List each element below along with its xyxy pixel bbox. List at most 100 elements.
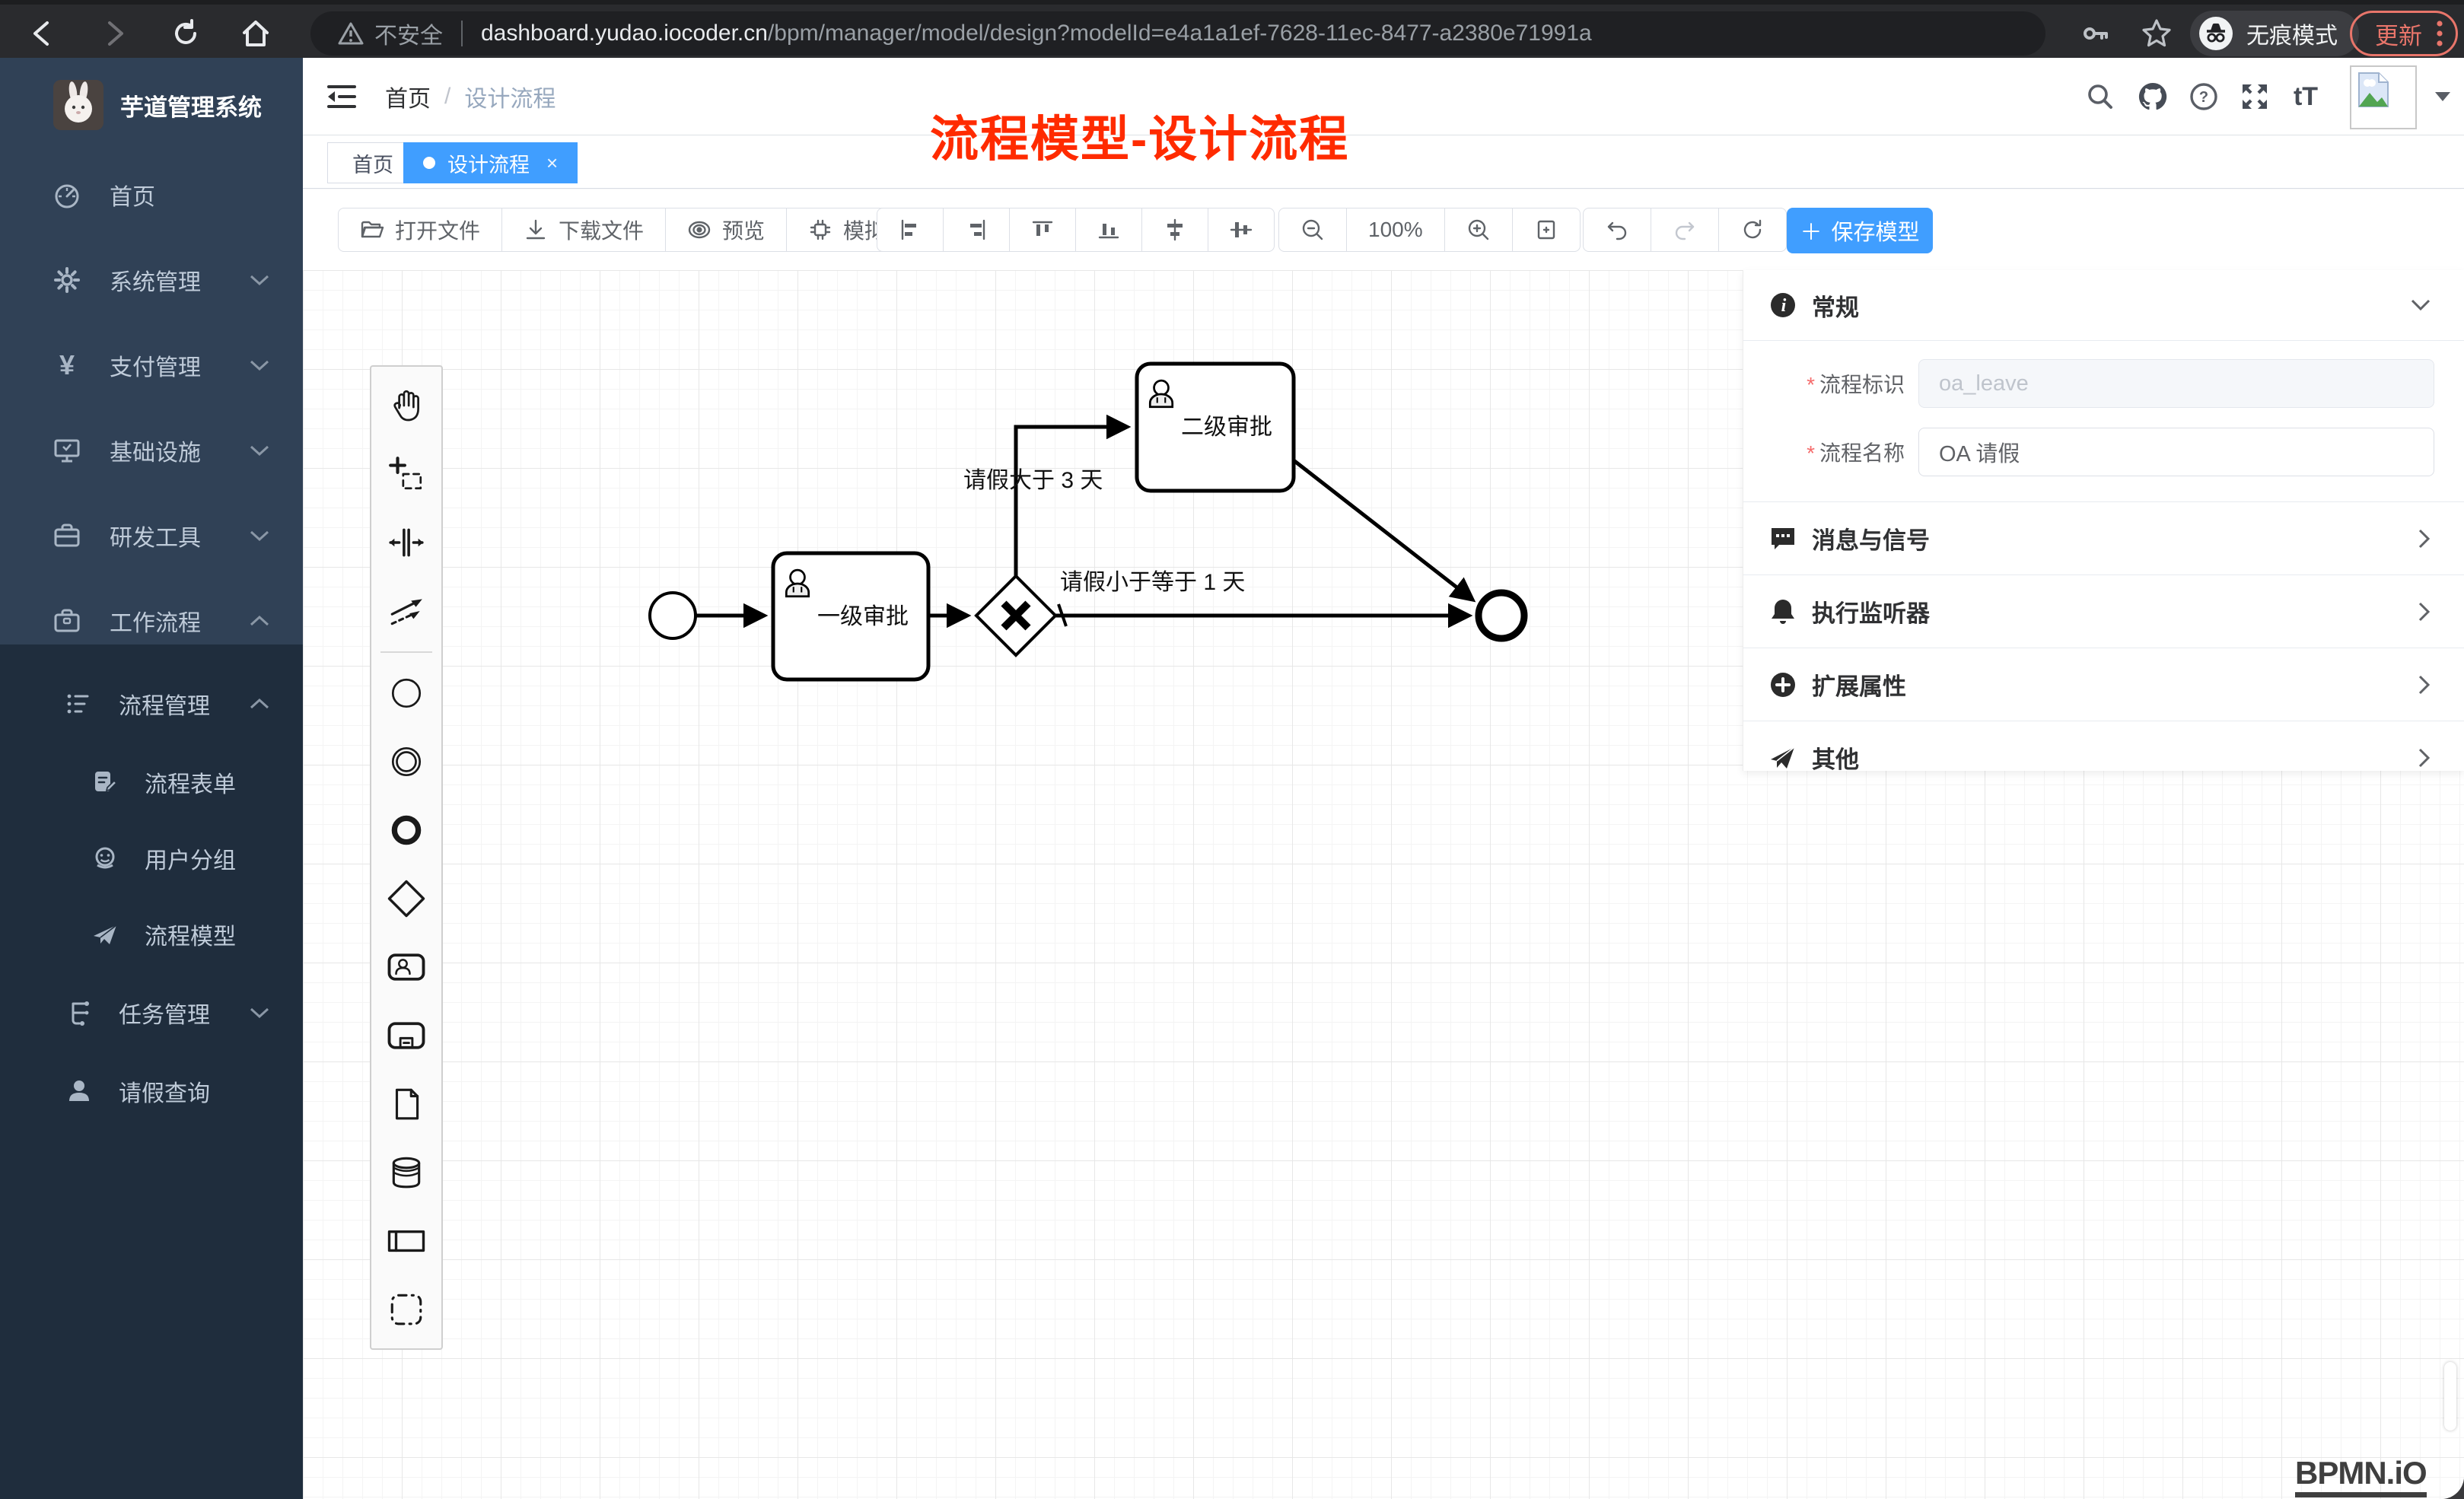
align-right-icon [965,218,988,241]
password-key-button[interactable] [2074,12,2117,55]
task2-node[interactable] [1137,364,1294,491]
align-right-button[interactable] [944,208,1010,251]
redo-button[interactable] [1651,208,1719,251]
chevron-right-icon [2418,674,2431,695]
align-top-icon [1031,218,1054,241]
zoom-reset-button[interactable] [1513,208,1580,251]
sidebar-item-system[interactable]: 系统管理 [0,237,303,323]
preview-button[interactable]: 预览 [666,208,787,251]
browser-reload-button[interactable] [164,12,207,55]
align-bottom-button[interactable] [1076,208,1142,251]
create-data-store[interactable] [371,1138,441,1207]
tab-design-process[interactable]: 设计流程 × [403,142,578,183]
save-model-button[interactable]: ＋ 保存模型 [1787,208,1933,253]
create-user-task[interactable] [371,933,441,1001]
panel-section-messages[interactable]: 消息与信号 [1743,502,2464,574]
bookmark-star-button[interactable] [2135,12,2178,55]
header-search-button[interactable] [2076,58,2125,135]
not-secure-label[interactable]: 不安全 [374,17,443,50]
global-connect-tool[interactable] [371,577,441,645]
data-object-icon [387,1085,425,1123]
create-group[interactable] [371,1275,441,1344]
browser-forward-button[interactable] [93,12,135,55]
task1-label: 一级审批 [817,604,909,629]
align-center-button[interactable] [1208,208,1274,251]
sidebar-item-infrastructure[interactable]: 基础设施 [0,408,303,493]
align-left-button[interactable] [877,208,944,251]
sidebar-item-process-management[interactable]: 流程管理 [0,664,303,744]
create-data-object[interactable] [371,1070,441,1138]
task1-node[interactable] [773,553,928,679]
user-avatar[interactable] [2350,65,2417,129]
flow-label-gt3[interactable]: 请假大于 3 天 [963,468,1103,493]
participant-pool-icon [386,1221,427,1262]
start-event-node[interactable] [650,593,696,638]
panel-section-extensions[interactable]: 扩展属性 [1743,648,2464,721]
address-bar[interactable]: 不安全 dashboard.yudao.iocoder.cn/bpm/manag… [310,11,2045,56]
create-gateway[interactable] [371,864,441,933]
process-key-input[interactable] [1918,359,2434,408]
docs-help-button[interactable]: ? [2179,58,2228,135]
sidebar-item-payment[interactable]: ¥ 支付管理 [0,323,303,408]
preview-label: 预览 [722,215,765,245]
address-divider [461,21,463,46]
open-file-button[interactable]: 打开文件 [339,208,502,251]
chevron-right-icon [2418,528,2431,549]
hand-tool[interactable] [371,371,441,440]
align-middle-button[interactable] [1142,208,1208,251]
exclusive-gateway-node[interactable] [976,576,1055,655]
yen-icon: ¥ [50,349,84,381]
update-label[interactable]: 更新 [2375,17,2422,51]
flow-task2-to-end[interactable] [1294,460,1472,600]
panel-section-general[interactable]: i 常规 [1743,270,2464,340]
end-event-node[interactable] [1479,593,1524,638]
browser-home-button[interactable] [234,12,277,55]
plus-circle-icon [1768,670,1798,699]
browser-back-button[interactable] [21,12,64,55]
sidebar-item-workflow[interactable]: 工作流程 [0,578,303,664]
flow-gateway-to-task2[interactable] [1016,427,1127,576]
flow-label-le1[interactable]: 请假小于等于 1 天 [1060,570,1245,595]
avatar-caret-button[interactable] [2427,58,2458,135]
panel-section-other[interactable]: 其他 [1743,721,2464,794]
breadcrumb-home[interactable]: 首页 [385,80,431,113]
sidebar-item-home[interactable]: 首页 [0,152,303,237]
chrome-menu-dots-icon[interactable] [2436,18,2443,49]
download-file-button[interactable]: 下载文件 [502,208,666,251]
connect-tool-icon [387,592,425,630]
create-call-activity[interactable] [371,1001,441,1070]
people-icon [88,845,122,872]
lasso-tool[interactable] [371,440,441,508]
undo-button[interactable] [1584,208,1651,251]
tab-close-icon[interactable]: × [546,151,558,175]
scrollbar-thumb[interactable] [2444,1362,2456,1431]
caret-down-icon [2434,91,2451,102]
zoom-in-button[interactable] [1445,208,1513,251]
process-name-input[interactable] [1918,428,2434,476]
create-end-event[interactable] [371,796,441,864]
create-participant-pool[interactable] [371,1207,441,1275]
sidebar-item-user-group[interactable]: 用户分组 [0,820,303,896]
sidebar-item-task-management[interactable]: 任务管理 [0,972,303,1053]
svg-text:i: i [1781,296,1787,316]
font-size-button[interactable]: tT [2281,58,2330,135]
zoom-out-button[interactable] [1279,208,1347,251]
sidebar-item-process-model[interactable]: 流程模型 [0,896,303,972]
sidebar-item-process-form[interactable]: 流程表单 [0,744,303,820]
align-top-button[interactable] [1010,208,1076,251]
sidebar-logo[interactable]: 芋道管理系统 [0,58,303,152]
create-start-event[interactable] [371,659,441,727]
tab-label: 首页 [352,148,393,178]
fullscreen-button[interactable] [2230,58,2280,135]
restart-button[interactable] [1719,208,1786,251]
create-intermediate-event[interactable] [371,727,441,796]
chrome-update-button[interactable]: 更新 [2350,11,2458,56]
space-tool[interactable] [371,508,441,577]
zoom-level-display[interactable]: 100% [1347,208,1445,251]
github-link-button[interactable] [2128,58,2178,135]
bpmn-io-logo[interactable]: BPMN.iO [2295,1457,2427,1497]
sidebar-item-leave-query[interactable]: 请假查询 [0,1053,303,1129]
sidebar-collapse-button[interactable] [315,58,368,135]
panel-section-listeners[interactable]: 执行监听器 [1743,575,2464,648]
sidebar-item-devtools[interactable]: 研发工具 [0,493,303,578]
